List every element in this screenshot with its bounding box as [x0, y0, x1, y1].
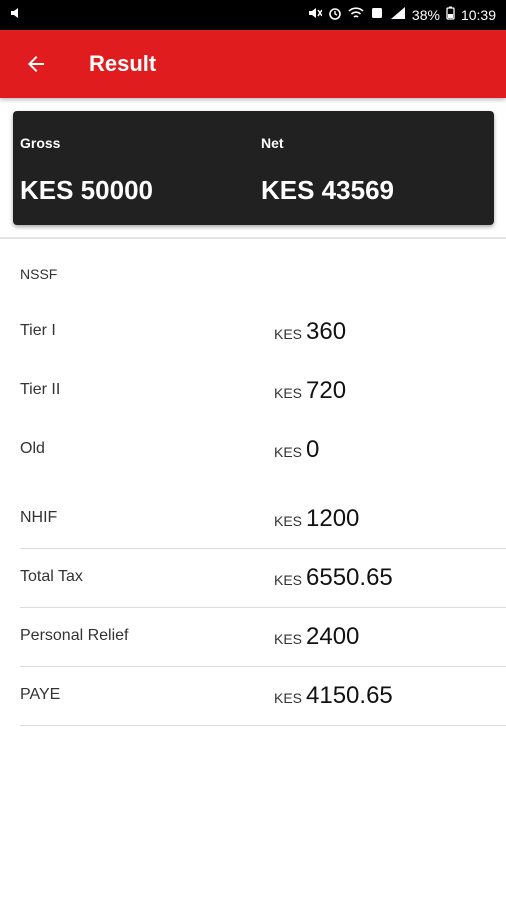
gross-label: Gross	[20, 135, 61, 151]
signal-icon	[390, 6, 406, 23]
row-divider	[20, 725, 506, 726]
row-label: Old	[20, 440, 45, 457]
wifi-icon	[348, 6, 364, 23]
row-value: 0	[306, 436, 320, 463]
net-label: Net	[261, 135, 284, 151]
row-currency: KES	[274, 444, 303, 460]
arrow-back-icon	[28, 56, 44, 72]
row-label: Personal Relief	[20, 627, 129, 644]
row-value: 1200	[306, 505, 360, 532]
mute-icon	[308, 6, 323, 23]
page-title: Result	[89, 51, 157, 76]
row-label: NHIF	[20, 509, 58, 526]
row-divider	[20, 548, 506, 549]
status-bar: 38% 10:39	[0, 0, 506, 30]
clock-time: 10:39	[460, 6, 496, 23]
battery-icon	[446, 6, 455, 23]
row-label: Total Tax	[20, 568, 83, 585]
row-label: Tier II	[20, 381, 61, 398]
divider	[0, 237, 506, 239]
row-currency: KES	[274, 513, 303, 529]
back-button[interactable]	[18, 46, 54, 82]
row-divider	[20, 666, 506, 667]
screenshot-icon	[370, 6, 384, 23]
battery-percent: 38%	[411, 6, 440, 23]
gross-value: KES 50000	[20, 175, 153, 205]
nssf-label: NSSF	[20, 266, 58, 282]
row-currency: KES	[274, 326, 303, 342]
row-value: 360	[306, 318, 347, 345]
summary-card: Gross KES 50000 Net KES 43569	[13, 111, 494, 225]
row-currency: KES	[274, 385, 303, 401]
row-value: 2400	[306, 623, 360, 650]
row-value: 6550.65	[306, 564, 393, 591]
row-currency: KES	[274, 690, 303, 706]
row-divider	[20, 607, 506, 608]
row-value: 4150.65	[306, 682, 393, 709]
row-currency: KES	[274, 572, 303, 588]
volume-icon	[10, 6, 24, 23]
row-currency: KES	[274, 631, 303, 647]
row-label: PAYE	[20, 686, 61, 703]
app-bar: Result	[0, 30, 506, 98]
net-value: KES 43569	[261, 175, 394, 205]
row-label: Tier I	[20, 322, 56, 339]
alarm-icon	[328, 6, 342, 23]
row-value: 720	[306, 377, 347, 404]
